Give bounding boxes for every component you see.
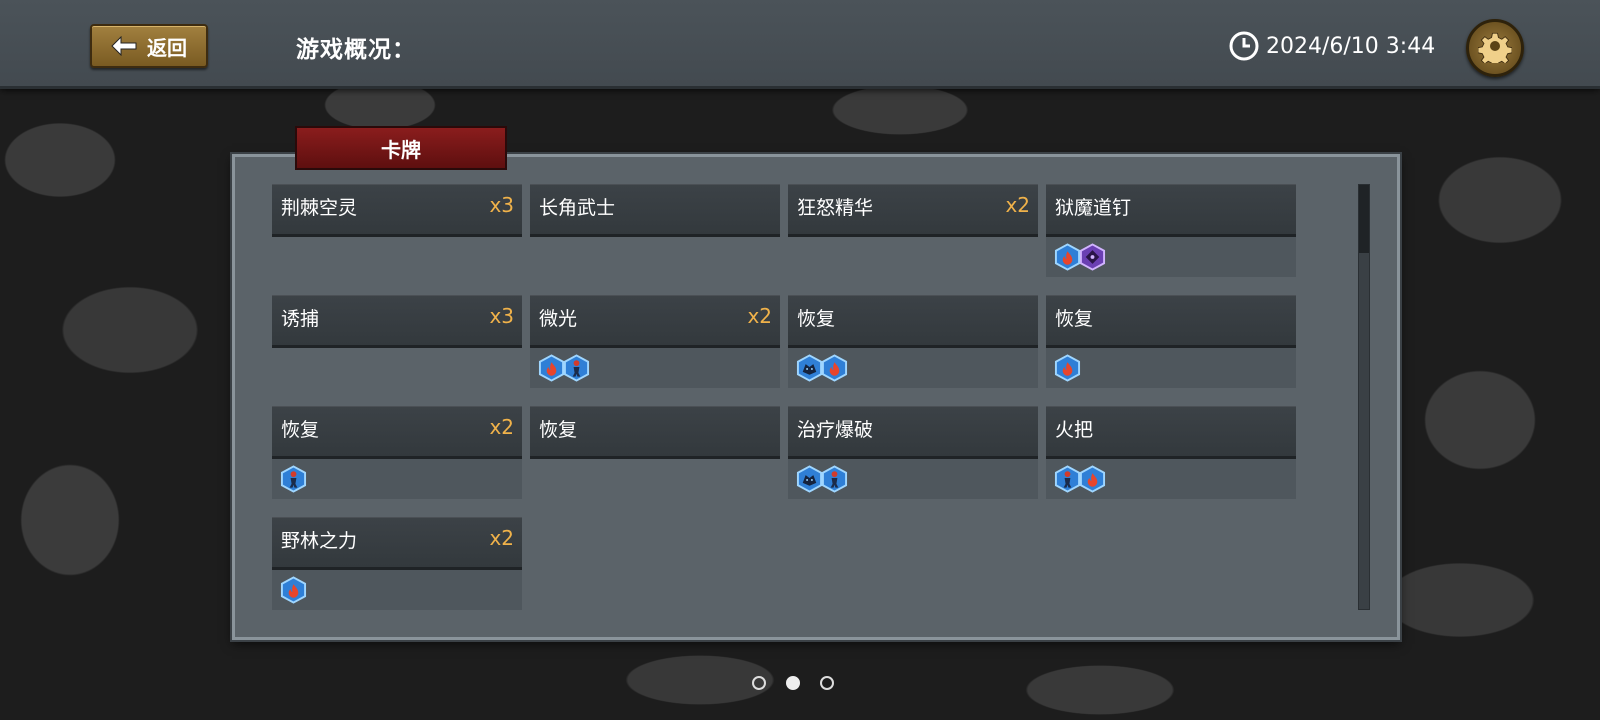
fire-gem-icon — [538, 354, 565, 382]
card-item[interactable]: 狂怒精华 x2 — [788, 184, 1038, 294]
card-header: 恢复 — [788, 295, 1038, 348]
scroll-thumb[interactable] — [1359, 185, 1369, 253]
back-button-label: 返回 — [147, 35, 187, 60]
card-item[interactable]: 恢复 — [788, 295, 1038, 405]
datetime-display: 2024/6/10 3:44 — [1228, 28, 1435, 64]
card-name: 恢复 — [281, 419, 320, 441]
card-header: 恢复 — [530, 406, 780, 459]
card-tags — [272, 570, 522, 610]
card-header: 诱捕 x3 — [272, 295, 522, 348]
card-name: 狱魔道钉 — [1055, 197, 1132, 219]
purple-rune-icon — [1079, 243, 1106, 271]
card-item[interactable]: 狱魔道钉 — [1046, 184, 1296, 294]
card-header: 野林之力 x2 — [272, 517, 522, 570]
scrollbar[interactable] — [1358, 184, 1370, 610]
beast-gem-icon — [796, 354, 823, 382]
card-header: 狱魔道钉 — [1046, 184, 1296, 237]
card-count: x2 — [1005, 193, 1030, 217]
card-item[interactable]: 恢复 — [530, 406, 780, 516]
beast-gem-icon — [796, 465, 823, 493]
page-title: 游戏概况： — [296, 37, 416, 63]
card-header: 狂怒精华 x2 — [788, 184, 1038, 237]
fire-gem-icon — [1079, 465, 1106, 493]
card-count: x3 — [489, 304, 514, 328]
card-count: x2 — [489, 526, 514, 550]
card-tags — [1046, 237, 1296, 277]
card-name: 恢复 — [1055, 308, 1094, 330]
card-item[interactable]: 火把 — [1046, 406, 1296, 516]
figure-gem-icon — [280, 465, 307, 493]
gear-icon — [1477, 29, 1513, 68]
back-arrow-icon — [111, 35, 139, 57]
card-tags — [1046, 459, 1296, 499]
datetime-text: 2024/6/10 3:44 — [1266, 33, 1436, 59]
card-item[interactable]: 微光 x2 — [530, 295, 780, 405]
card-count: x2 — [747, 304, 772, 328]
card-header: 恢复 — [1046, 295, 1296, 348]
card-item[interactable]: 恢复 x2 — [272, 406, 522, 516]
card-name: 治疗爆破 — [797, 419, 874, 441]
figure-gem-icon — [563, 354, 590, 382]
card-item[interactable]: 恢复 — [1046, 295, 1296, 405]
card-header: 恢复 x2 — [272, 406, 522, 459]
settings-button[interactable] — [1466, 19, 1524, 77]
back-button[interactable]: 返回 — [90, 24, 208, 68]
fire-gem-icon — [1054, 243, 1081, 271]
card-name: 恢复 — [539, 419, 578, 441]
page-indicator — [752, 676, 834, 690]
page-dot[interactable] — [820, 676, 834, 690]
card-tags — [272, 459, 522, 499]
card-header: 治疗爆破 — [788, 406, 1038, 459]
figure-gem-icon — [1054, 465, 1081, 493]
card-name: 诱捕 — [281, 308, 320, 330]
card-count: x3 — [489, 193, 514, 217]
card-header: 长角武士 — [530, 184, 780, 237]
card-name: 微光 — [539, 308, 578, 330]
card-header: 火把 — [1046, 406, 1296, 459]
card-item[interactable]: 野林之力 x2 — [272, 517, 522, 627]
fire-gem-icon — [821, 354, 848, 382]
clock-icon — [1228, 30, 1260, 62]
fire-gem-icon — [1054, 354, 1081, 382]
card-tags — [788, 348, 1038, 388]
card-item[interactable]: 长角武士 — [530, 184, 780, 294]
card-name: 野林之力 — [281, 530, 358, 552]
page-dot[interactable] — [786, 676, 800, 690]
card-item[interactable]: 荆棘空灵 x3 — [272, 184, 522, 294]
card-name: 长角武士 — [539, 197, 616, 219]
card-name: 荆棘空灵 — [281, 197, 358, 219]
figure-gem-icon — [821, 465, 848, 493]
card-tags — [788, 459, 1038, 499]
card-item[interactable]: 诱捕 x3 — [272, 295, 522, 405]
card-name: 恢复 — [797, 308, 836, 330]
card-header: 微光 x2 — [530, 295, 780, 348]
fire-gem-icon — [280, 576, 307, 604]
card-count: x2 — [489, 415, 514, 439]
page-dot[interactable] — [752, 676, 766, 690]
card-item[interactable]: 治疗爆破 — [788, 406, 1038, 516]
card-tags — [1046, 348, 1296, 388]
card-tags — [530, 348, 780, 388]
tab-cards[interactable]: 卡牌 — [295, 126, 507, 170]
card-name: 火把 — [1055, 419, 1094, 441]
card-name: 狂怒精华 — [797, 197, 874, 219]
card-header: 荆棘空灵 x3 — [272, 184, 522, 237]
